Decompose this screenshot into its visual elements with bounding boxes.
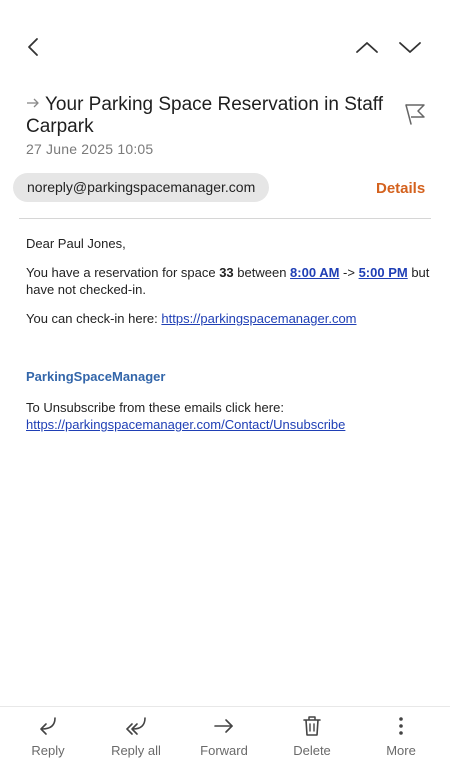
reservation-paragraph: You have a reservation for space 33 betw…	[26, 264, 431, 298]
chevron-down-icon	[399, 42, 421, 53]
delete-button[interactable]: Delete	[272, 715, 352, 758]
details-button[interactable]: Details	[376, 180, 425, 197]
between-text: between	[233, 265, 291, 280]
back-button[interactable]	[17, 30, 51, 64]
email-view: Your Parking Space Reservation in Staff …	[0, 0, 450, 762]
email-body: Dear Paul Jones, You have a reservation …	[26, 235, 431, 327]
reply-all-label: Reply all	[111, 743, 161, 758]
end-time-link[interactable]: 5:00 PM	[359, 265, 408, 280]
forward-icon	[214, 719, 233, 733]
reply-label: Reply	[31, 743, 65, 758]
greeting: Dear Paul Jones,	[26, 236, 126, 251]
bottom-toolbar: Reply Reply all Forward Delete More	[0, 706, 450, 762]
checkin-link[interactable]: https://parkingspacemanager.com	[161, 311, 356, 326]
previous-email-button[interactable]	[350, 30, 384, 64]
flag-icon	[405, 104, 425, 125]
trash-icon	[303, 716, 321, 736]
checkin-prefix: You can check-in here:	[26, 311, 162, 326]
forward-label: Forward	[200, 743, 248, 758]
reply-button[interactable]: Reply	[8, 715, 88, 758]
email-subject: Your Parking Space Reservation in Staff …	[26, 94, 386, 138]
unsubscribe-section: To Unsubscribe from these emails click h…	[26, 399, 436, 433]
unsubscribe-text: To Unsubscribe from these emails click h…	[26, 400, 284, 415]
back-arrow-icon	[28, 38, 38, 56]
forward-arrow-icon	[27, 98, 39, 108]
more-label: More	[386, 743, 416, 758]
more-button[interactable]: More	[361, 715, 441, 758]
brand-name: ParkingSpaceManager	[26, 369, 166, 384]
sender-chip[interactable]: noreply@parkingspacemanager.com	[13, 173, 270, 202]
reply-icon	[40, 717, 56, 735]
unsubscribe-link[interactable]: https://parkingspacemanager.com/Contact/…	[26, 417, 345, 432]
reply-all-icon	[126, 717, 146, 735]
subject-text: Your Parking Space Reservation in Staff …	[26, 94, 383, 137]
next-email-button[interactable]	[393, 30, 427, 64]
space-number: 33	[219, 265, 234, 280]
top-navigation	[0, 30, 450, 64]
checkin-paragraph: You can check-in here: https://parkingsp…	[26, 310, 431, 327]
chevron-up-icon	[356, 42, 378, 53]
reply-all-button[interactable]: Reply all	[96, 715, 176, 758]
more-vertical-icon	[399, 717, 403, 735]
flag-button[interactable]	[402, 100, 428, 126]
reservation-prefix: You have a reservation for space	[26, 265, 220, 280]
header-divider	[19, 218, 431, 219]
start-time-link[interactable]: 8:00 AM	[290, 265, 339, 280]
email-date: 27 June 2025 10:05	[26, 141, 154, 157]
arrow-text: ->	[339, 265, 359, 280]
forward-button[interactable]: Forward	[184, 715, 264, 758]
delete-label: Delete	[293, 743, 331, 758]
